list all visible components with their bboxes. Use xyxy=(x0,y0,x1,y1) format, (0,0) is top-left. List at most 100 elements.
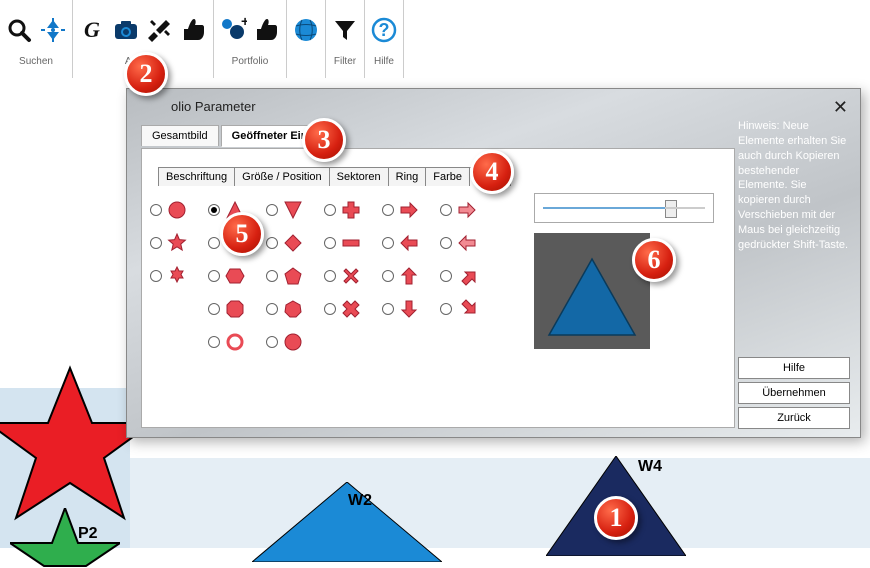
tab-sektoren[interactable]: Sektoren xyxy=(329,167,389,186)
tab-panel: Beschriftung Größe / Position Sektoren R… xyxy=(141,148,735,428)
apply-button[interactable]: Übernehmen xyxy=(738,382,850,404)
shape-radio[interactable] xyxy=(208,336,220,348)
callout-badge-2: 2 xyxy=(124,52,168,96)
triangle-down-icon[interactable] xyxy=(282,199,304,221)
slider-thumb[interactable] xyxy=(665,200,677,218)
search-icon[interactable] xyxy=(4,15,34,45)
arrow-down-icon[interactable] xyxy=(398,298,420,320)
shape-radio[interactable] xyxy=(266,237,278,249)
shape-radio[interactable] xyxy=(266,336,278,348)
shape-radio[interactable] xyxy=(382,204,394,216)
shape-radio[interactable] xyxy=(324,204,336,216)
shape-grid xyxy=(150,193,505,358)
shape-radio[interactable] xyxy=(208,237,220,249)
canvas-triangle-shape xyxy=(252,482,442,562)
arrow-left-icon[interactable] xyxy=(398,232,420,254)
pentagon-icon[interactable] xyxy=(282,265,304,287)
camera-icon[interactable] xyxy=(111,15,141,45)
shape-radio[interactable] xyxy=(440,237,452,249)
back-button[interactable]: Zurück xyxy=(738,407,850,429)
minus-icon[interactable] xyxy=(340,232,362,254)
shape-radio[interactable] xyxy=(382,270,394,282)
shape-radio[interactable] xyxy=(208,303,220,315)
shape-radio[interactable] xyxy=(150,204,162,216)
shape-radio[interactable] xyxy=(382,237,394,249)
canvas-star-shape xyxy=(10,508,120,568)
size-slider[interactable] xyxy=(534,193,714,223)
star5-icon[interactable] xyxy=(166,232,188,254)
arrow-right-icon[interactable] xyxy=(398,199,420,221)
help-button[interactable]: Hilfe xyxy=(738,357,850,379)
shape-radio[interactable] xyxy=(150,270,162,282)
shape-radio[interactable] xyxy=(208,204,220,216)
circle-outline-icon[interactable] xyxy=(224,331,246,353)
circle-fill-icon[interactable] xyxy=(166,199,188,221)
tab-gesamtbild[interactable]: Gesamtbild xyxy=(141,125,219,146)
dialog-hint: Hinweis: Neue Elemente erhalten Sie auch… xyxy=(738,119,850,253)
heptagon-icon[interactable] xyxy=(282,298,304,320)
shape-radio[interactable] xyxy=(440,270,452,282)
canvas-label: P2 xyxy=(78,525,98,543)
star6-icon[interactable] xyxy=(166,265,188,287)
toolbar-group-suchen: Suchen xyxy=(0,0,73,78)
shape-radio[interactable] xyxy=(382,303,394,315)
funnel-icon[interactable] xyxy=(330,15,360,45)
arrow-upright-icon[interactable] xyxy=(456,265,478,287)
shape-radio[interactable] xyxy=(266,303,278,315)
callout-badge-6: 6 xyxy=(632,238,676,282)
portfolio-parameter-dialog: olio Parameter ✕ Gesamtbild Geöffneter E… xyxy=(126,88,861,438)
tab-farbe[interactable]: Farbe xyxy=(425,167,470,186)
toolbar-group-portfolio: + Portfolio xyxy=(214,0,287,78)
aim-icon[interactable] xyxy=(38,15,68,45)
shape-radio[interactable] xyxy=(324,237,336,249)
svg-text:?: ? xyxy=(379,20,390,40)
question-icon[interactable]: ? xyxy=(369,15,399,45)
diamond-icon[interactable] xyxy=(282,232,304,254)
canvas-label: W2 xyxy=(348,492,372,510)
callout-badge-4: 4 xyxy=(470,150,514,194)
tab-beschriftung[interactable]: Beschriftung xyxy=(158,167,235,186)
close-icon[interactable]: ✕ xyxy=(833,97,848,118)
globe-icon[interactable] xyxy=(291,15,321,45)
shape-radio[interactable] xyxy=(324,303,336,315)
tab-groesse-position[interactable]: Größe / Position xyxy=(234,167,329,186)
tab-ring[interactable]: Ring xyxy=(388,167,427,186)
dialog-title: olio Parameter xyxy=(171,99,256,114)
preview-area xyxy=(534,193,714,349)
shape-radio[interactable] xyxy=(150,237,162,249)
shape-radio[interactable] xyxy=(324,270,336,282)
arrow-up-icon[interactable] xyxy=(398,265,420,287)
thumb-plus-icon[interactable] xyxy=(179,15,209,45)
svg-text:+: + xyxy=(241,16,247,29)
toolbar-label: Portfolio xyxy=(232,56,269,67)
arrow-left-light-icon[interactable] xyxy=(456,232,478,254)
times-thick-icon[interactable] xyxy=(340,298,362,320)
shape-radio[interactable] xyxy=(440,204,452,216)
callout-badge-1: 1 xyxy=(594,496,638,540)
g-icon[interactable]: G xyxy=(77,15,107,45)
shape-radio[interactable] xyxy=(266,204,278,216)
toolbar-group-filter: Filter xyxy=(326,0,365,78)
toolbar-label: Hilfe xyxy=(374,56,394,67)
svg-text:G: G xyxy=(84,18,100,42)
shape-radio[interactable] xyxy=(266,270,278,282)
dots-plus-icon[interactable]: + xyxy=(218,15,248,45)
circle-fill-icon[interactable] xyxy=(282,331,304,353)
times-thin-icon[interactable] xyxy=(340,265,362,287)
shape-radio[interactable] xyxy=(208,270,220,282)
octagon-icon[interactable] xyxy=(224,298,246,320)
callout-badge-5: 5 xyxy=(220,212,264,256)
dialog-buttons: Hilfe Übernehmen Zurück xyxy=(738,357,850,429)
toolbar-label: Filter xyxy=(334,56,356,67)
callout-badge-3: 3 xyxy=(302,118,346,162)
hexagon-icon[interactable] xyxy=(224,265,246,287)
plus-icon[interactable] xyxy=(340,199,362,221)
arrow-right-light-icon[interactable] xyxy=(456,199,478,221)
shape-preview xyxy=(534,233,650,349)
toolbar-group-hilfe: ? Hilfe xyxy=(365,0,404,78)
shape-radio[interactable] xyxy=(440,303,452,315)
thumb-up-icon[interactable] xyxy=(252,15,282,45)
arrow-downright-icon[interactable] xyxy=(456,298,478,320)
wrench-icon[interactable] xyxy=(145,15,175,45)
inner-tabs: Beschriftung Größe / Position Sektoren R… xyxy=(158,167,510,186)
